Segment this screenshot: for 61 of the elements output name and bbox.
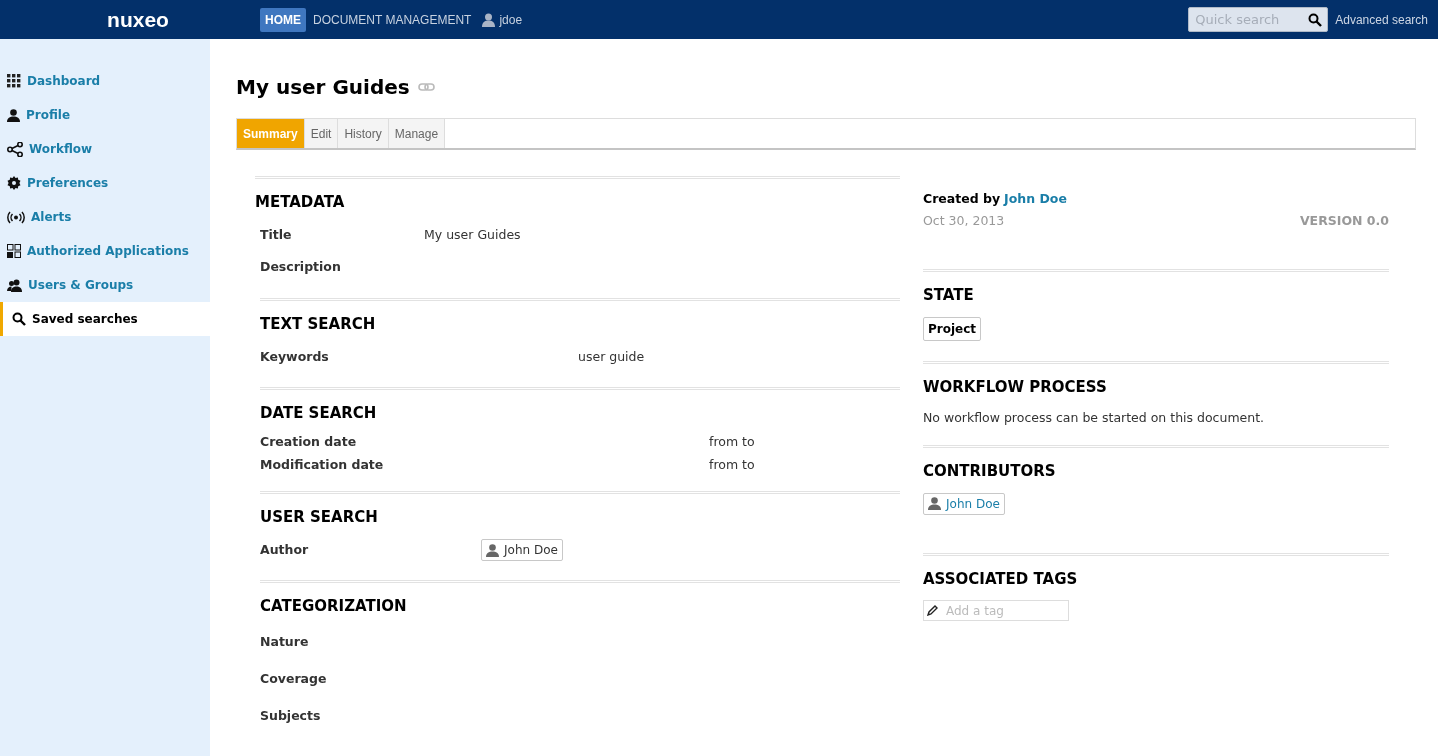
sidebar-item[interactable]: Alerts [0, 200, 210, 234]
advanced-search-link[interactable]: Advanced search [1335, 10, 1428, 29]
field-label: Subjects [260, 706, 322, 725]
sidebar-item[interactable]: Dashboard [0, 64, 210, 98]
user-name[interactable]: jdoe [499, 10, 523, 29]
field-label: Nature [260, 632, 310, 651]
created-date: Oct 30, 2013 [923, 211, 1005, 230]
state-badge: Project [923, 317, 982, 341]
user-chip[interactable]: John Doe [923, 492, 1005, 515]
field-label: Coverage [260, 669, 328, 688]
field-label: Creation date [260, 432, 358, 451]
field-label: Description [260, 258, 342, 277]
search-icon[interactable] [1308, 13, 1323, 27]
section-heading: ASSOCIATED TAGS [923, 568, 1079, 590]
field-label: Modification date [260, 455, 385, 474]
share-icon [7, 141, 23, 157]
section-heading: TEXT SEARCH [260, 313, 377, 335]
user-icon [482, 12, 496, 27]
created-by-label: Created by [923, 191, 1001, 206]
field-value: user guide [578, 347, 645, 366]
nav-link[interactable]: HOME [260, 7, 306, 32]
sidebar-item[interactable]: Authorized Applications [0, 234, 210, 268]
sidebar-item[interactable]: Saved searches [0, 302, 210, 336]
field-label: Author [260, 540, 310, 559]
logo[interactable]: nuxeo [91, 3, 169, 36]
people-icon [7, 278, 22, 292]
field-label: Title [260, 226, 293, 245]
pencil-icon [927, 604, 939, 617]
workflow-message: No workflow process can be started on this document. [923, 408, 1266, 427]
field-value: from to [709, 455, 755, 474]
section-heading: METADATA [255, 192, 346, 213]
tab[interactable]: Manage [388, 119, 446, 148]
tag-field[interactable]: Add a tag [923, 600, 1069, 622]
section-heading: USER SEARCH [260, 506, 379, 528]
person-icon [7, 108, 20, 122]
sidebar-item[interactable]: Users & Groups [0, 268, 210, 302]
grid-icon [7, 74, 21, 88]
settings-icon [7, 176, 21, 190]
broadcast-icon [7, 210, 25, 224]
squares-icon [7, 244, 21, 258]
section-heading: CATEGORIZATION [260, 596, 408, 617]
user-icon [486, 543, 499, 557]
section-heading: DATE SEARCH [260, 403, 378, 424]
user-icon [928, 497, 941, 511]
section-heading: CONTRIBUTORS [923, 461, 1057, 483]
sidebar-item[interactable]: Workflow [0, 132, 210, 166]
tab[interactable]: Edit [304, 119, 339, 148]
field-label: Keywords [260, 347, 330, 366]
field-value: My user Guides [424, 226, 521, 245]
section-heading: STATE [923, 284, 975, 306]
tab[interactable]: History [338, 119, 389, 148]
sidebar-item[interactable]: Profile [0, 98, 210, 132]
author-link[interactable]: John Doe [1004, 191, 1067, 206]
search-icon [12, 312, 26, 326]
field-value: from to [709, 432, 755, 451]
section-heading: WORKFLOW PROCESS [923, 377, 1108, 398]
document-title: My user Guides [236, 74, 410, 101]
version-label: VERSION 0.0 [1299, 211, 1389, 230]
nav-link[interactable]: DOCUMENT MANAGEMENT [312, 10, 473, 29]
user-chip[interactable]: John Doe [481, 539, 563, 561]
sidebar-item[interactable]: Preferences [0, 166, 210, 200]
